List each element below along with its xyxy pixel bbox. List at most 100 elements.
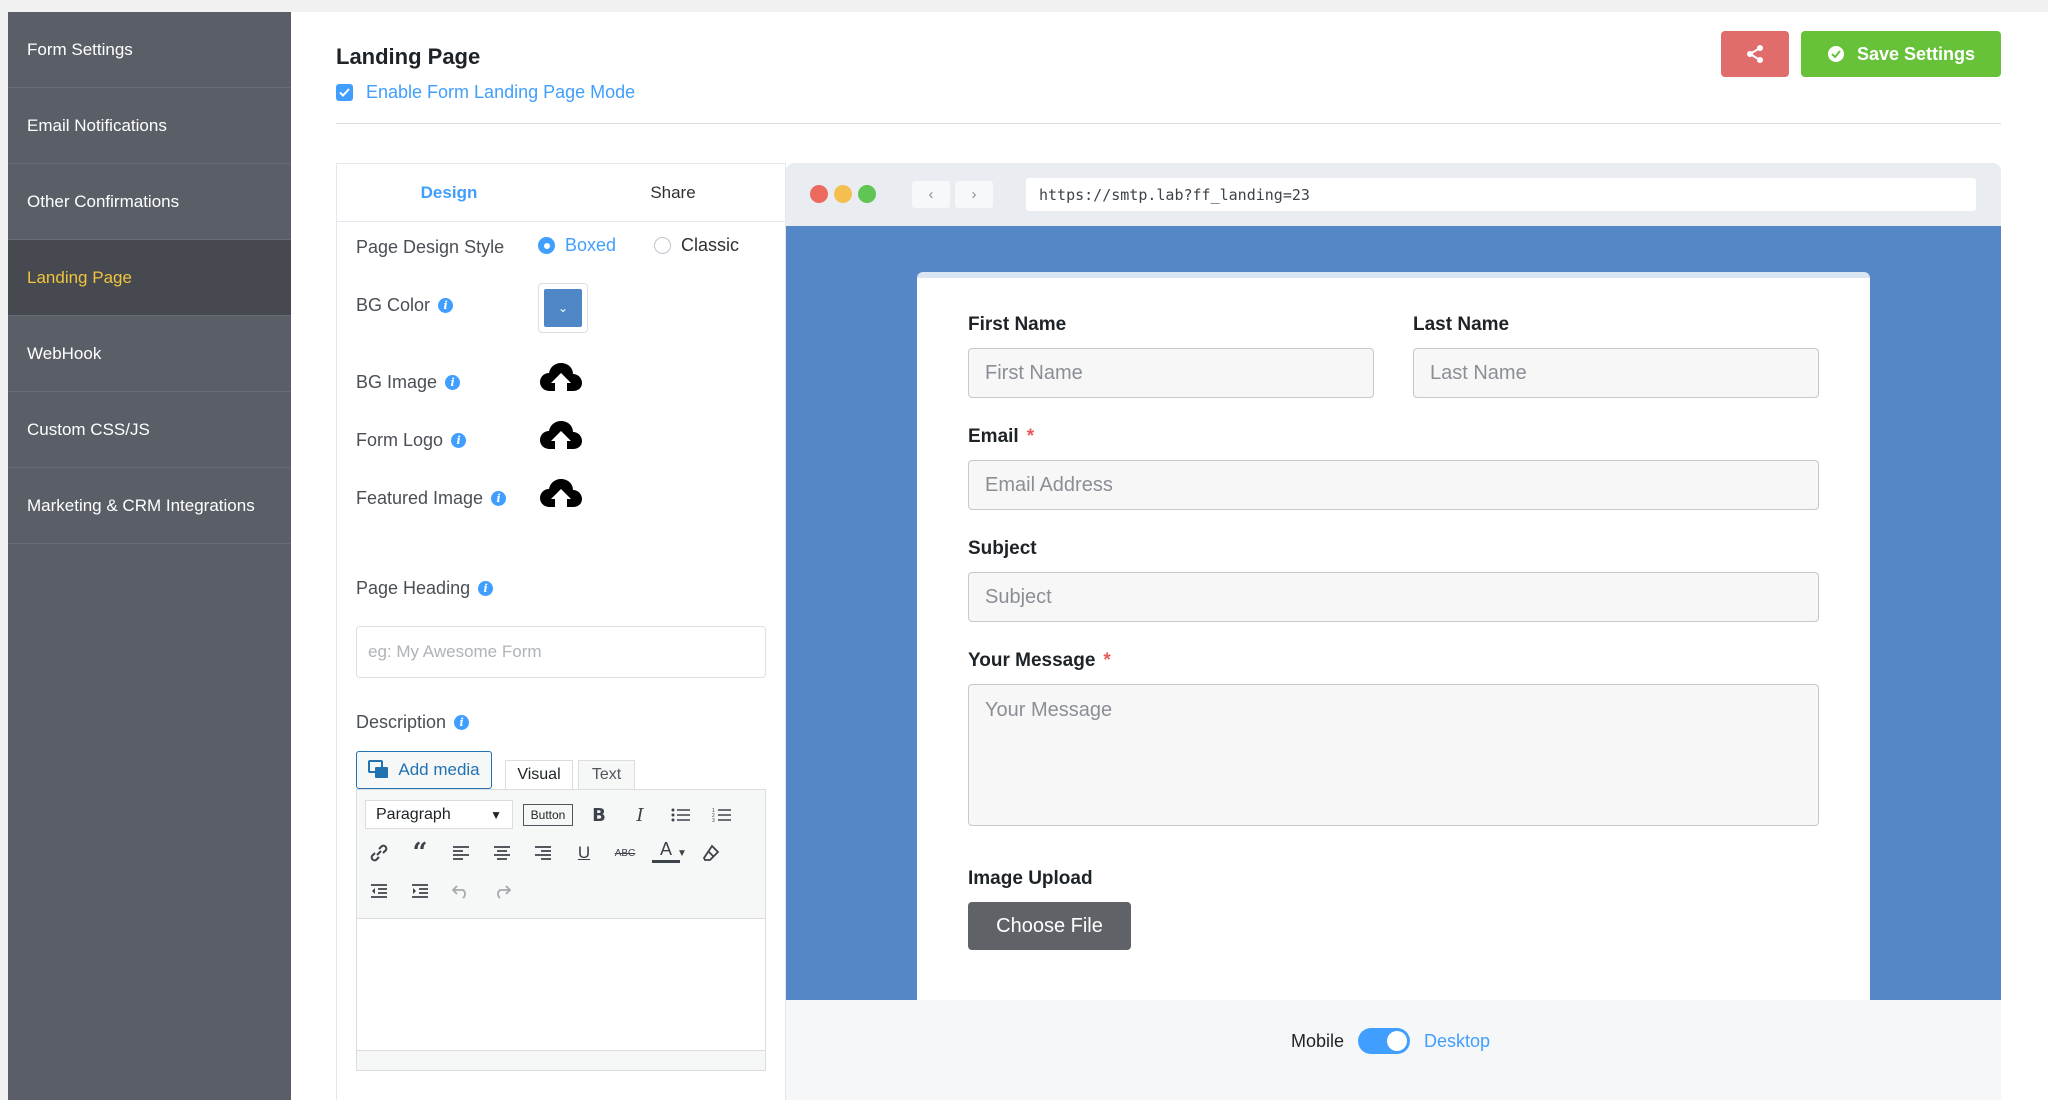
email-input[interactable]: Email Address [968,460,1819,510]
tab-design[interactable]: Design [337,164,561,221]
caret-down-icon[interactable]: ▼ [674,839,690,867]
insert-button-button[interactable]: Button [523,804,573,826]
enable-landing-label: Enable Form Landing Page Mode [366,82,636,102]
radio-boxed-label[interactable]: Boxed [565,235,616,256]
blockquote-icon[interactable]: “ [406,838,434,868]
subject-input[interactable]: Subject [968,572,1819,622]
bg-color-text: BG Color [356,295,431,315]
sidebar-item-marketing-crm[interactable]: Marketing & CRM Integrations [8,468,291,544]
required-marker: * [1103,650,1111,671]
forward-arrow-icon[interactable]: › [955,181,993,208]
editor-statusbar [357,1050,765,1070]
page-heading-label: Page Heading i [356,578,494,599]
message-label-text: Your Message [968,650,1096,671]
underline-icon[interactable]: U [570,839,598,867]
format-select[interactable]: Paragraph ▼ [365,800,513,829]
editor-tab-text[interactable]: Text [578,760,635,789]
sidebar-item-email-notifications[interactable]: Email Notifications [8,88,291,164]
back-arrow-icon[interactable]: ‹ [912,181,950,208]
indent-icon[interactable] [406,877,434,905]
description-label: Description i [356,712,470,733]
bold-icon[interactable]: B [585,801,613,829]
radio-classic-label[interactable]: Classic [681,235,739,256]
editor-toolbar: Paragraph ▼ Button B I 123 “ U ABC A ▼ [357,790,765,919]
preview-footer: Mobile Desktop [786,1000,2001,1100]
clear-formatting-icon[interactable] [697,839,725,867]
cloud-upload-icon[interactable] [539,361,583,397]
description-text: Description [356,712,447,732]
info-icon[interactable]: i [445,375,461,390]
settings-tabs: Design Share [337,164,785,222]
browser-chrome: ‹ › https://smtp.lab?ff_landing=23 [786,163,2001,226]
sidebar-item-webhook[interactable]: WebHook [8,316,291,392]
numbered-list-icon[interactable]: 123 [708,801,736,829]
message-textarea[interactable]: Your Message [968,684,1819,826]
cloud-upload-icon[interactable] [539,419,583,455]
outdent-icon[interactable] [365,877,393,905]
chevron-down-icon: ⌄ [544,289,582,327]
page-heading-input[interactable] [356,626,766,678]
device-switch[interactable] [1358,1028,1411,1054]
sidebar-item-custom-css-js[interactable]: Custom CSS/JS [8,392,291,468]
desktop-label[interactable]: Desktop [1424,1031,1490,1052]
info-icon[interactable]: i [478,581,494,596]
editor-tab-visual[interactable]: Visual [505,760,573,789]
svg-text:3: 3 [712,818,715,823]
info-icon[interactable]: i [438,298,454,313]
link-icon[interactable] [365,839,393,867]
bullet-list-icon[interactable] [667,801,695,829]
page-title: Landing Page [336,44,481,69]
radio-boxed[interactable] [538,237,555,254]
align-right-icon[interactable] [529,839,557,867]
tab-share[interactable]: Share [561,164,785,221]
bg-image-label: BG Image i [356,372,461,393]
preview-url-bar[interactable]: https://smtp.lab?ff_landing=23 [1026,178,1976,211]
info-icon[interactable]: i [451,433,467,448]
page-design-style-text: Page Design Style [356,237,505,257]
first-name-input[interactable]: First Name [968,348,1374,398]
preview-canvas: First Name First Name Last Name Last Nam… [786,226,2001,1000]
first-name-label: First Name [968,314,1067,335]
align-center-icon[interactable] [488,839,516,867]
window-minimize-dot [834,185,852,203]
radio-classic[interactable] [654,237,672,254]
choose-file-button[interactable]: Choose File [968,902,1131,950]
email-label-text: Email [968,426,1019,447]
bg-color-picker[interactable]: ⌄ [538,283,588,333]
email-label: Email * [968,426,1034,448]
landing-preview: ‹ › https://smtp.lab?ff_landing=23 First… [786,163,2001,1100]
share-button[interactable] [1721,31,1789,77]
cloud-upload-icon[interactable] [539,477,583,513]
design-settings-panel: Design Share Page Design Style Boxed Cla… [336,163,786,1100]
info-icon[interactable]: i [454,715,470,730]
mobile-label[interactable]: Mobile [1291,1031,1344,1052]
info-icon[interactable]: i [491,491,507,506]
redo-icon[interactable] [488,877,516,905]
last-name-input[interactable]: Last Name [1413,348,1819,398]
settings-sidebar: Form Settings Email Notifications Other … [8,12,291,1100]
enable-landing-toggle[interactable]: Enable Form Landing Page Mode [336,82,635,103]
save-settings-button[interactable]: Save Settings [1801,31,2001,77]
main-content: Landing Page Enable Form Landing Page Mo… [291,12,2048,1100]
message-label: Your Message * [968,650,1111,672]
description-editor: Paragraph ▼ Button B I 123 “ U ABC A ▼ [356,789,766,1071]
sidebar-item-other-confirmations[interactable]: Other Confirmations [8,164,291,240]
italic-icon[interactable]: I [626,801,654,829]
enable-landing-checkbox[interactable] [336,84,353,101]
featured-image-text: Featured Image [356,488,484,508]
bg-color-label: BG Color i [356,295,454,316]
undo-icon[interactable] [447,877,475,905]
bg-image-text: BG Image [356,372,438,392]
sidebar-item-landing-page[interactable]: Landing Page [8,240,291,316]
window-maximize-dot [858,185,876,203]
align-left-icon[interactable] [447,839,475,867]
format-select-value: Paragraph [376,805,451,823]
caret-down-icon: ▼ [490,807,502,822]
page-design-style-label: Page Design Style [356,237,504,258]
add-media-button[interactable]: Add media [356,751,492,789]
strikethrough-icon[interactable]: ABC [611,839,639,867]
share-icon [1747,45,1763,63]
sidebar-item-form-settings[interactable]: Form Settings [8,12,291,88]
editor-content-area[interactable] [357,920,765,1050]
save-settings-label: Save Settings [1856,43,1976,64]
